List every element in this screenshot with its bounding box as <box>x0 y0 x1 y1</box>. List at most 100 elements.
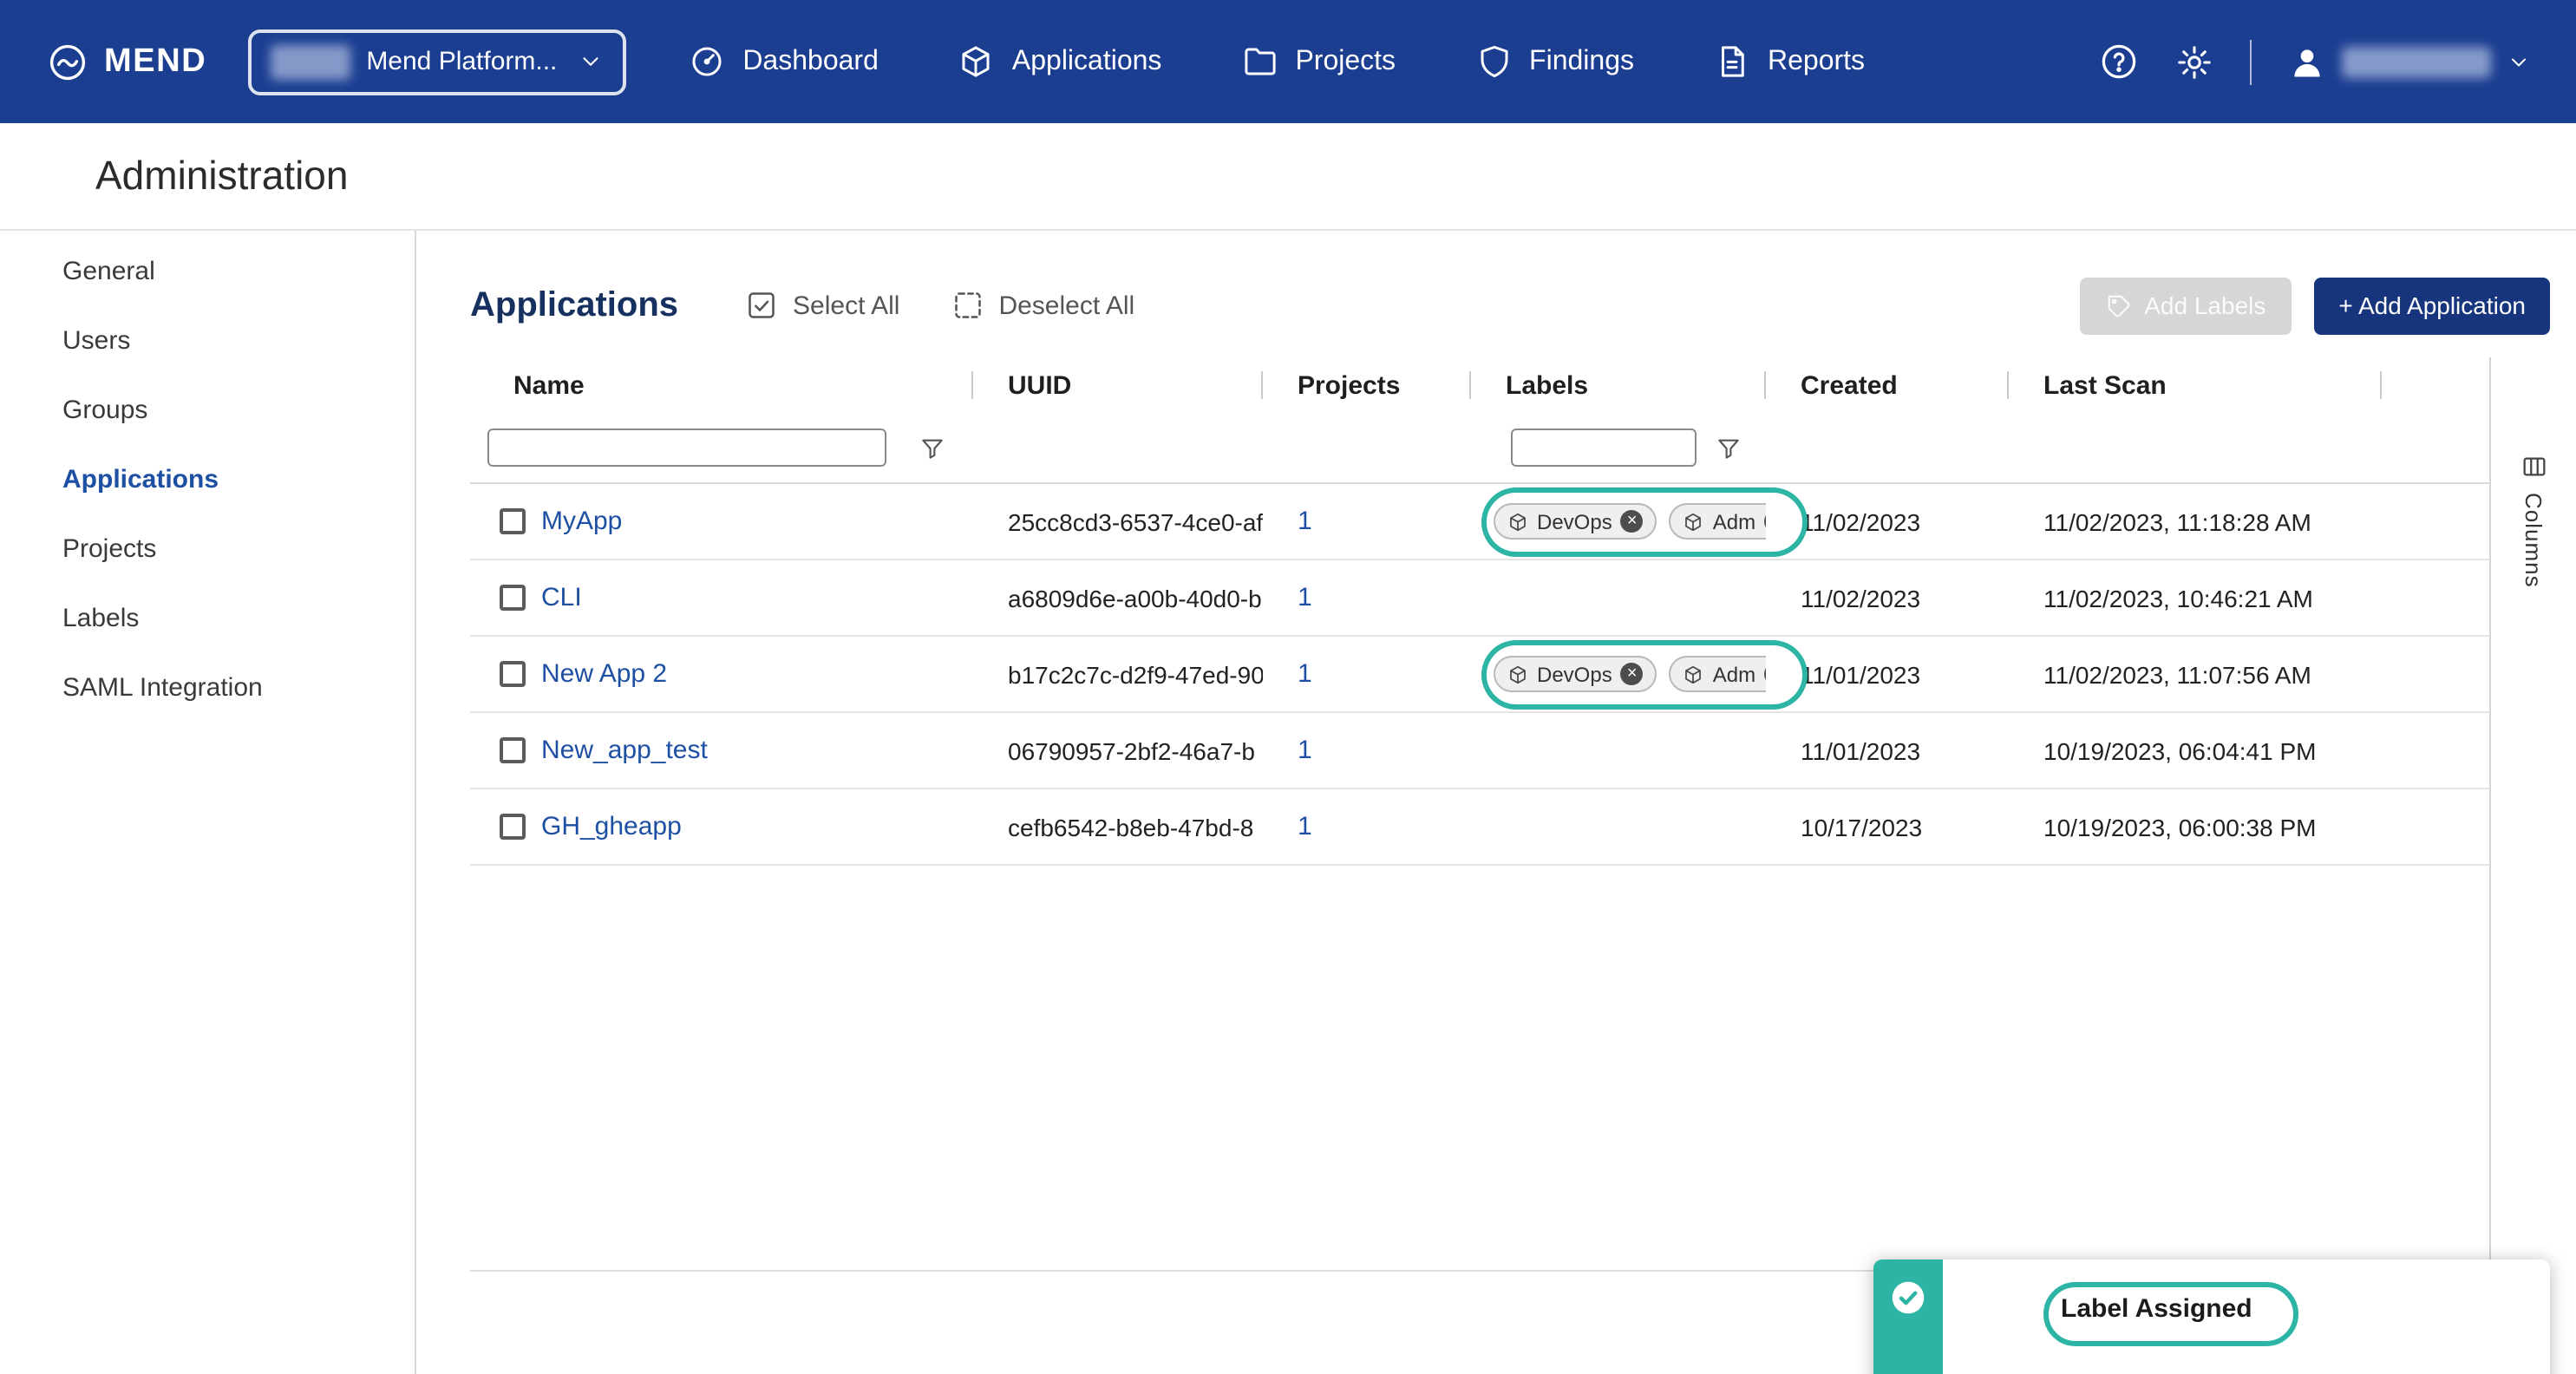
uuid-cell: 25cc8cd3-6537-4ce0-af <box>973 507 1263 535</box>
add-labels-icon <box>2106 292 2132 318</box>
projects-cell: 1 <box>1263 507 1471 536</box>
filter-icon[interactable] <box>919 435 945 461</box>
label-chip-text: Adm <box>1713 662 1755 686</box>
add-application-label: + Add Application <box>2338 291 2526 319</box>
remove-label-icon[interactable]: × <box>1764 510 1766 533</box>
label-chip-icon <box>1507 664 1528 684</box>
remove-label-icon[interactable]: × <box>1764 663 1766 685</box>
name-filter-input[interactable] <box>487 429 886 467</box>
brand-name: MEND <box>104 43 206 81</box>
column-header-labels[interactable]: Labels <box>1471 357 1766 413</box>
chevron-down-icon <box>578 49 604 75</box>
dashboard-icon <box>689 43 725 80</box>
column-header-name[interactable]: Name <box>470 357 973 413</box>
sidebar-item-saml-integration[interactable]: SAML Integration <box>0 652 415 722</box>
remove-label-icon[interactable]: × <box>1621 663 1644 685</box>
projects-count-link[interactable]: 1 <box>1298 736 1312 765</box>
last-scan-cell: 10/19/2023, 06:00:38 PM <box>2009 813 2382 841</box>
page-header: Administration <box>0 123 2576 229</box>
row-checkbox[interactable] <box>500 661 526 687</box>
mend-admin-window: MEND Mend Platform... Dashboard <box>0 0 2576 1374</box>
label-chips: DevOps × Adm × <box>1494 656 1766 692</box>
primary-nav: Dashboard Applications Projects <box>689 43 1865 80</box>
sidebar-item-labels[interactable]: Labels <box>0 583 415 652</box>
gear-icon[interactable] <box>2175 43 2213 81</box>
created-cell: 11/01/2023 <box>1766 736 2009 764</box>
uuid-cell: b17c2c7c-d2f9-47ed-90 <box>973 660 1263 688</box>
user-menu[interactable] <box>2288 43 2531 81</box>
column-header-actions <box>2382 357 2491 413</box>
table-row: GH_gheapp cefb6542-b8eb-47bd-8 1 10/17/2… <box>470 789 2491 866</box>
sidebar-item-general[interactable]: General <box>0 236 415 305</box>
deselect-all-button[interactable]: Deselect All <box>951 290 1134 321</box>
nav-item-projects[interactable]: Projects <box>1241 43 1396 80</box>
row-checkbox[interactable] <box>500 737 526 763</box>
applications-panel: Applications Select All D <box>416 231 2576 1374</box>
last-scan-cell: 11/02/2023, 11:07:56 AM <box>2009 660 2382 688</box>
nav-item-label: Projects <box>1295 46 1396 77</box>
redacted-org-name <box>271 44 350 79</box>
projects-filter-cell <box>1263 413 1471 482</box>
name-cell: New_app_test <box>470 736 973 765</box>
remove-label-icon[interactable]: × <box>1621 510 1644 533</box>
uuid-cell: a6809d6e-a00b-40d0-b <box>973 584 1263 612</box>
row-checkbox[interactable] <box>500 814 526 840</box>
nav-item-findings[interactable]: Findings <box>1475 43 1634 80</box>
label-chip[interactable]: DevOps × <box>1494 503 1657 540</box>
app-name-link[interactable]: New_app_test <box>541 736 708 765</box>
sidebar-item-users[interactable]: Users <box>0 305 415 375</box>
app-name-link[interactable]: CLI <box>541 583 582 612</box>
app-name-link[interactable]: MyApp <box>541 507 622 536</box>
created-filter-cell <box>1766 413 2009 482</box>
projects-count-link[interactable]: 1 <box>1298 812 1312 841</box>
table-row: CLI a6809d6e-a00b-40d0-b 1 11/02/2023 11… <box>470 560 2491 637</box>
projects-count-link[interactable]: 1 <box>1298 659 1312 689</box>
created-cell: 11/02/2023 <box>1766 584 2009 612</box>
admin-sidebar: General Users Groups Applications Projec… <box>0 231 416 1374</box>
reports-icon <box>1714 43 1750 80</box>
nav-item-label: Dashboard <box>742 46 879 77</box>
toast-body: Label Assigned <box>1943 1260 2550 1374</box>
labels-filter-input[interactable] <box>1511 429 1697 467</box>
name-cell: New App 2 <box>470 659 973 689</box>
row-checkbox[interactable] <box>500 508 526 534</box>
nav-item-reports[interactable]: Reports <box>1714 43 1865 80</box>
label-chip[interactable]: Adm × <box>1670 503 1766 540</box>
label-chip[interactable]: DevOps × <box>1494 656 1657 692</box>
mend-logo[interactable]: MEND <box>47 41 206 82</box>
uuid-filter-cell <box>973 413 1263 482</box>
nav-item-applications[interactable]: Applications <box>958 43 1162 80</box>
select-all-button[interactable]: Select All <box>746 290 899 321</box>
sidebar-item-groups[interactable]: Groups <box>0 375 415 444</box>
sidebar-item-applications[interactable]: Applications <box>0 444 415 514</box>
projects-count-link[interactable]: 1 <box>1298 583 1312 612</box>
projects-count-link[interactable]: 1 <box>1298 507 1312 536</box>
filter-icon[interactable] <box>1716 435 1742 461</box>
platform-selector-dropdown[interactable]: Mend Platform... <box>248 29 626 95</box>
columns-panel-toggle[interactable]: Columns <box>2489 357 2576 1374</box>
name-cell: GH_gheapp <box>470 812 973 841</box>
column-header-uuid[interactable]: UUID <box>973 357 1263 413</box>
name-cell: MyApp <box>470 507 973 536</box>
empty-filter-cell <box>2382 413 2491 482</box>
column-header-last-scan[interactable]: Last Scan <box>2009 357 2382 413</box>
label-chip[interactable]: Adm × <box>1670 656 1766 692</box>
add-labels-button[interactable]: Add Labels <box>2080 277 2292 334</box>
label-chip-icon <box>1507 511 1528 532</box>
app-name-link[interactable]: New App 2 <box>541 659 667 689</box>
applications-table: Name UUID Projects Labels Created Last S… <box>470 357 2491 1374</box>
page-title: Administration <box>95 153 348 200</box>
add-application-button[interactable]: + Add Application <box>2314 277 2550 334</box>
sidebar-item-projects[interactable]: Projects <box>0 514 415 583</box>
projects-cell: 1 <box>1263 812 1471 841</box>
row-checkbox[interactable] <box>500 585 526 611</box>
last-scan-cell: 11/02/2023, 10:46:21 AM <box>2009 584 2382 612</box>
label-chip-text: Adm <box>1713 509 1755 533</box>
app-name-link[interactable]: GH_gheapp <box>541 812 682 841</box>
toast-notification: Label Assigned <box>1873 1260 2550 1374</box>
help-icon[interactable] <box>2099 42 2139 82</box>
column-header-projects[interactable]: Projects <box>1263 357 1471 413</box>
nav-item-dashboard[interactable]: Dashboard <box>689 43 879 80</box>
content-region: General Users Groups Applications Projec… <box>0 229 2576 1374</box>
column-header-created[interactable]: Created <box>1766 357 2009 413</box>
